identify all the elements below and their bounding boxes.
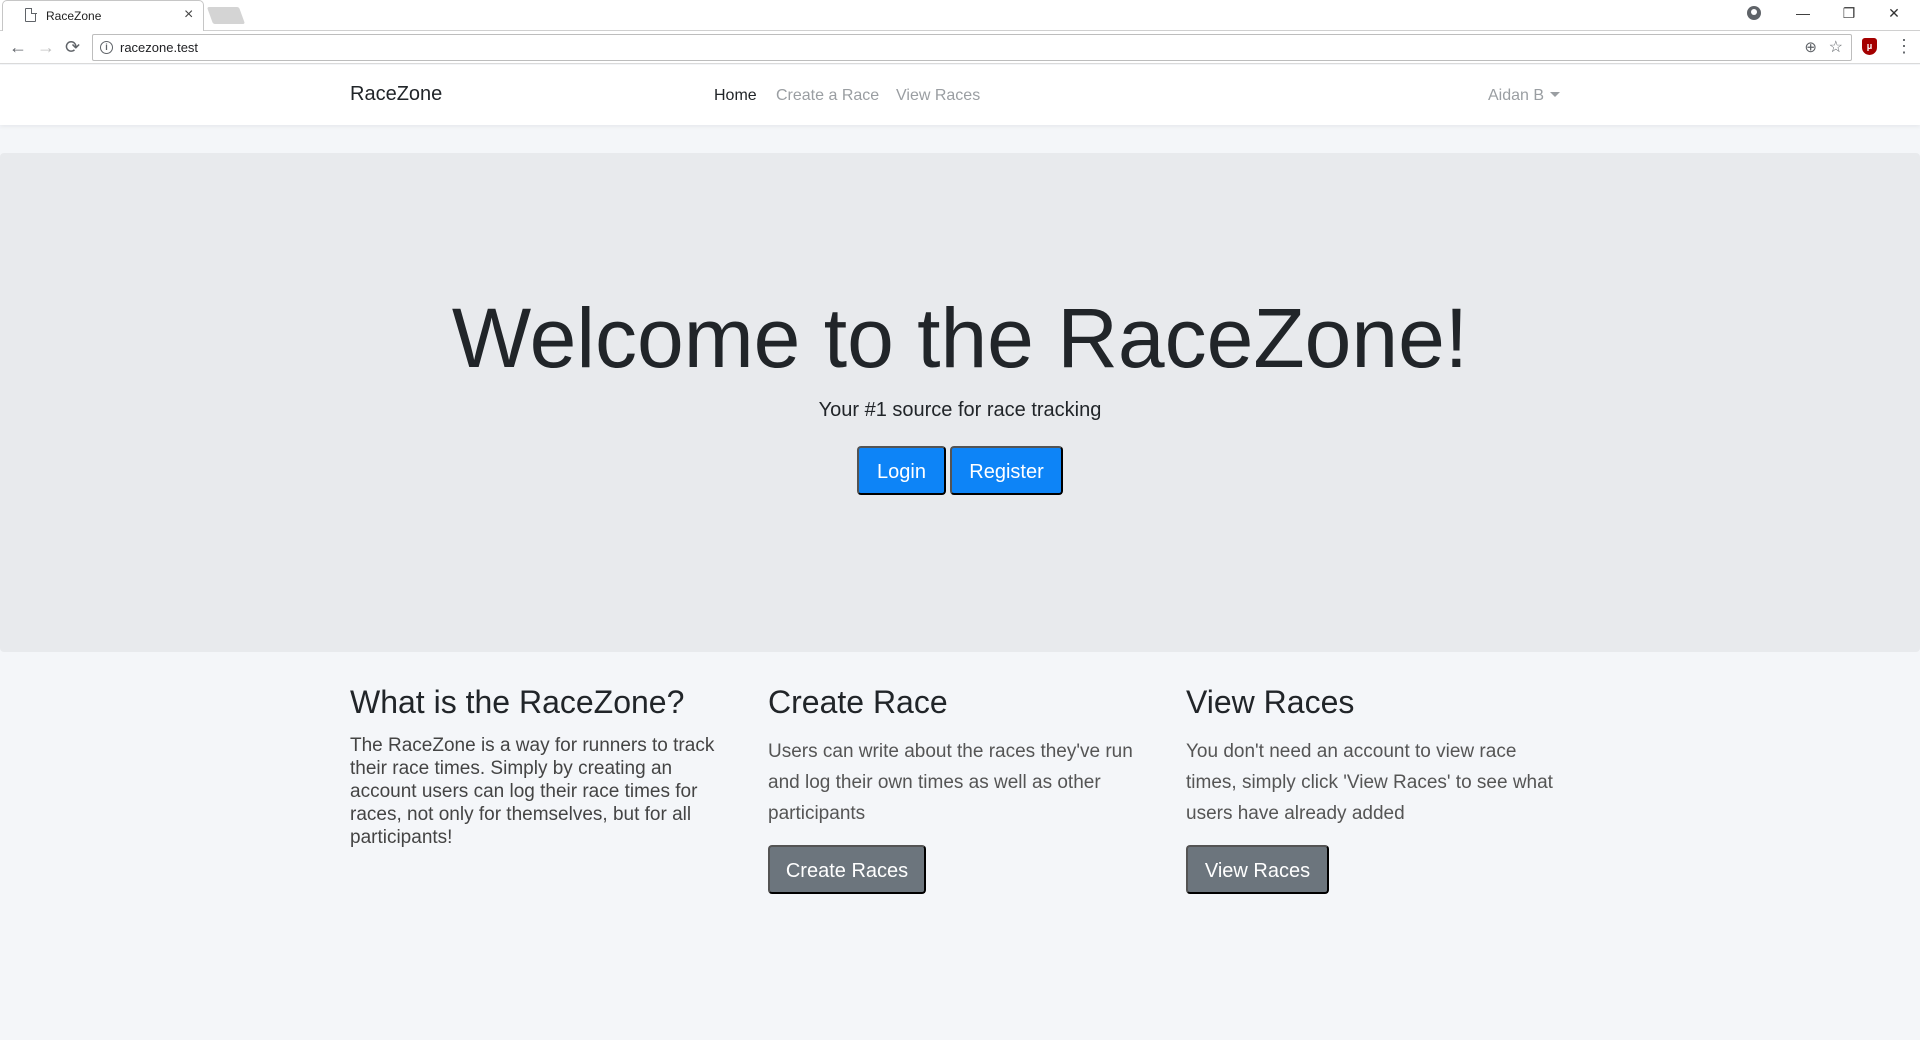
ublock-extension-icon[interactable]: μ	[1862, 38, 1877, 55]
login-button[interactable]: Login	[857, 446, 946, 495]
nav-link-home[interactable]: Home	[714, 87, 757, 105]
view-races-button[interactable]: View Races	[1186, 845, 1329, 894]
address-bar[interactable]: i racezone.test ⊕ ☆	[92, 34, 1852, 61]
info-icon[interactable]: i	[100, 41, 113, 54]
forward-icon[interactable]: →	[37, 36, 55, 58]
browser-menu-icon[interactable]: ⋮	[1895, 37, 1913, 55]
reload-icon[interactable]: ⟳	[65, 36, 80, 58]
hero-title: Welcome to the RaceZone!	[451, 291, 1469, 385]
navbar-brand[interactable]: RaceZone	[350, 83, 442, 106]
user-dropdown[interactable]: Aidan B	[1488, 87, 1561, 105]
create-race-title: Create Race	[768, 684, 948, 720]
about-text: The RaceZone is a way for runners to tra…	[350, 735, 715, 848]
browser-tab-strip: RaceZone × — ❐ ✕	[0, 0, 1920, 31]
site-navbar: RaceZone Home Create a Race View Races A…	[0, 65, 1920, 125]
create-races-button[interactable]: Create Races	[768, 845, 926, 894]
tab-title: RaceZone	[46, 9, 102, 23]
about-title: What is the RaceZone?	[350, 684, 685, 720]
back-icon[interactable]: ←	[9, 36, 27, 58]
page-icon	[25, 7, 37, 22]
browser-tab[interactable]: RaceZone ×	[2, 0, 204, 31]
register-button[interactable]: Register	[950, 446, 1063, 495]
nav-link-create-race[interactable]: Create a Race	[776, 87, 879, 105]
bookmark-star-icon[interactable]: ☆	[1829, 37, 1843, 57]
minimize-icon[interactable]: —	[1788, 3, 1818, 23]
profile-icon[interactable]	[1747, 6, 1761, 20]
zoom-icon[interactable]: ⊕	[1804, 38, 1817, 56]
user-name: Aidan B	[1488, 87, 1545, 104]
caret-down-icon	[1550, 92, 1561, 97]
view-races-title: View Races	[1186, 684, 1355, 720]
restore-icon[interactable]: ❐	[1834, 3, 1864, 23]
view-races-text: You don't need an account to view race t…	[1186, 741, 1553, 824]
url-text[interactable]: racezone.test	[120, 40, 198, 55]
nav-link-view-races[interactable]: View Races	[896, 87, 980, 105]
hero-jumbotron: Welcome to the RaceZone! Your #1 source …	[0, 153, 1920, 652]
window-close-icon[interactable]: ✕	[1879, 3, 1909, 23]
create-race-text: Users can write about the races they've …	[768, 741, 1133, 824]
new-tab-button[interactable]	[206, 7, 246, 24]
hero-subtitle: Your #1 source for race tracking	[818, 399, 1102, 421]
browser-toolbar: ← → ⟳ i racezone.test ⊕ ☆ μ ⋮	[0, 31, 1920, 64]
tab-close-icon[interactable]: ×	[184, 6, 193, 24]
